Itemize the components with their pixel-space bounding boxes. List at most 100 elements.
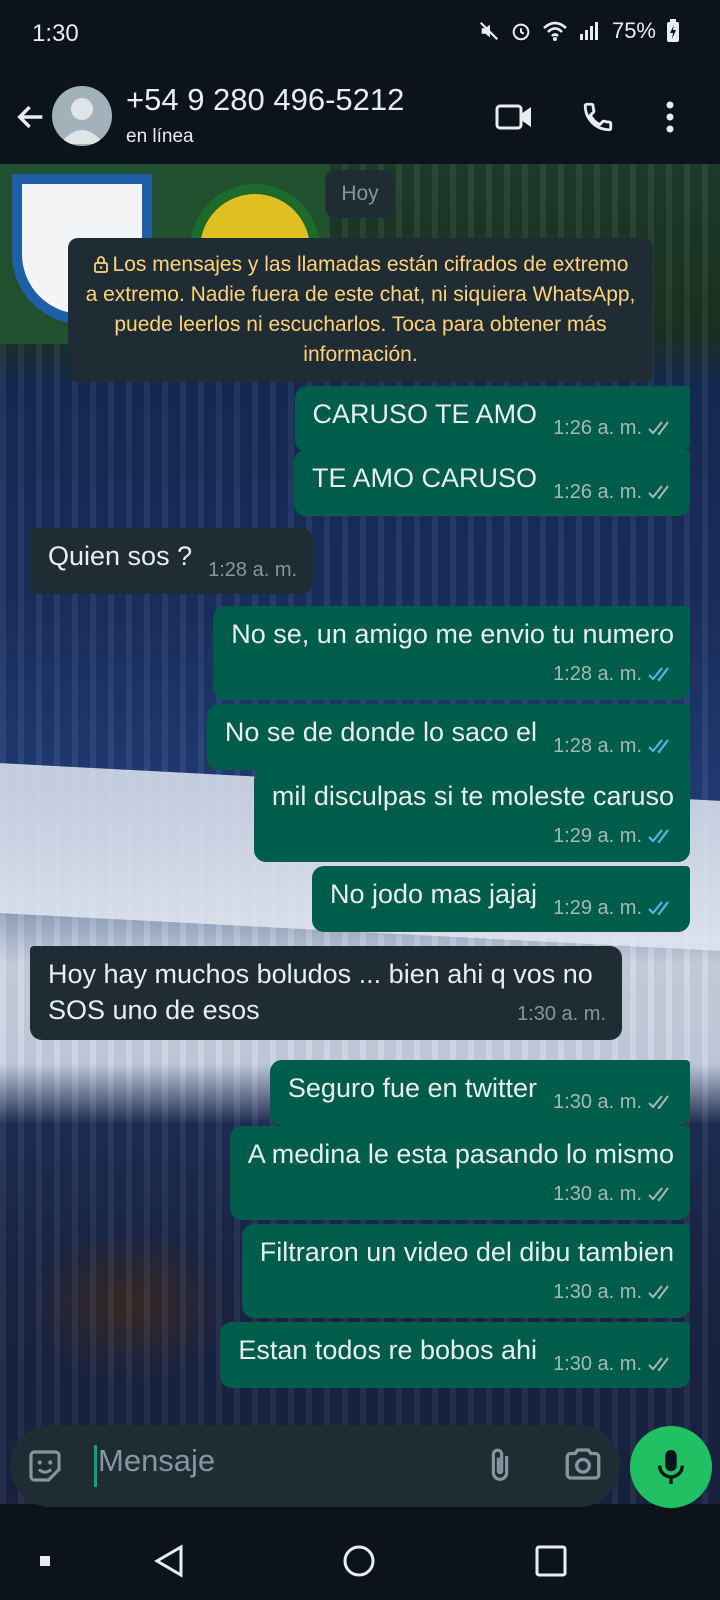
message-meta: 1:30 a. m. <box>248 1176 674 1212</box>
system-nav-bar <box>0 1516 720 1600</box>
message-bubble[interactable]: Estan todos re bobos ahi 1:30 a. m. <box>220 1322 690 1388</box>
message-text: TE AMO CARUSO <box>312 463 538 493</box>
recents-icon <box>40 1556 50 1566</box>
video-call-button[interactable] <box>490 92 538 142</box>
camera-button[interactable] <box>562 1443 608 1489</box>
camera-icon <box>565 1448 601 1480</box>
message-text: Quien sos ? <box>48 541 193 571</box>
back-icon <box>154 1544 183 1578</box>
voice-call-button[interactable] <box>574 92 622 142</box>
message-time: 1:28 a. m. <box>553 663 642 685</box>
message-meta: 1:26 a. m. <box>553 410 674 446</box>
mute-icon <box>478 20 500 42</box>
double-check-icon <box>648 1285 669 1300</box>
message-text: CARUSO TE AMO <box>312 399 538 429</box>
more-vert-icon <box>666 101 674 133</box>
message-bubble[interactable]: No se, un amigo me envio tu numero 1:28 … <box>213 606 690 700</box>
message-text: Estan todos re bobos ahi <box>238 1335 538 1365</box>
message-text: Filtraron un video del dibu tambien <box>259 1237 674 1267</box>
message-text: No se de donde lo saco el <box>224 717 538 747</box>
double-check-icon <box>648 739 669 754</box>
wifi-icon <box>542 20 568 42</box>
double-check-icon <box>648 1187 669 1202</box>
message-time: 1:26 a. m. <box>553 481 642 503</box>
message-time: 1:26 a. m. <box>553 417 642 439</box>
back-arrow-icon <box>17 105 43 129</box>
message-meta: 1:30 a. m. <box>553 1084 674 1120</box>
attach-button[interactable] <box>480 1443 520 1489</box>
home-icon <box>343 1545 375 1577</box>
recents-button[interactable] <box>20 1536 70 1586</box>
message-bubble[interactable]: No se de donde lo saco el 1:28 a. m. <box>206 704 690 770</box>
contact-name[interactable]: +54 9 280 496-5212 <box>126 82 404 118</box>
status-icons: 75% <box>478 18 680 44</box>
contact-status: en línea <box>126 126 194 147</box>
status-time: 1:30 <box>32 20 79 47</box>
back-button[interactable] <box>10 92 52 142</box>
message-bubble[interactable]: TE AMO CARUSO 1:26 a. m. <box>294 450 690 516</box>
lock-icon <box>93 256 108 273</box>
status-bar: 1:30 75% <box>0 0 720 70</box>
message-bubble[interactable]: CARUSO TE AMO 1:26 a. m. <box>294 386 690 452</box>
double-check-icon <box>648 1357 669 1372</box>
message-meta: 1:29 a. m. <box>553 890 674 926</box>
chat-header: +54 9 280 496-5212 en línea <box>0 70 720 164</box>
message-text: No jodo mas jajaj <box>329 879 538 909</box>
chat-area[interactable]: Hoy Los mensajes y las llamadas están ci… <box>0 164 720 1504</box>
message-bubble[interactable]: mil disculpas si te moleste caruso 1:29 … <box>253 768 690 862</box>
nav-overview-button[interactable] <box>526 1536 576 1586</box>
message-meta: 1:30 a. m. <box>517 996 606 1032</box>
voice-message-button[interactable] <box>630 1426 712 1508</box>
avatar[interactable] <box>52 86 112 146</box>
message-bubble[interactable]: Hoy hay muchos boludos ... bien ahi q vo… <box>30 946 622 1040</box>
text-cursor <box>94 1445 97 1487</box>
message-text: No se, un amigo me envio tu numero <box>231 619 674 649</box>
message-time: 1:29 a. m. <box>553 825 642 847</box>
message-time: 1:30 a. m. <box>553 1353 642 1375</box>
attach-icon <box>491 1448 509 1481</box>
message-time: 1:29 a. m. <box>553 897 642 919</box>
message-bubble[interactable]: Filtraron un video del dibu tambien 1:30… <box>241 1224 690 1318</box>
signal-icon <box>578 20 602 42</box>
double-check-icon <box>648 1095 669 1110</box>
nav-back-button[interactable] <box>144 1536 194 1586</box>
message-time: 1:30 a. m. <box>553 1183 642 1205</box>
message-meta: 1:30 a. m. <box>553 1346 674 1382</box>
message-text: A medina le esta pasando lo mismo <box>247 1139 674 1169</box>
encryption-notice-text: Los mensajes y las llamadas están cifrad… <box>85 253 636 366</box>
phone-icon <box>583 102 613 132</box>
message-meta: 1:29 a. m. <box>272 818 674 854</box>
message-input[interactable]: Mensaje <box>98 1443 215 1479</box>
message-meta: 1:28 a. m. <box>231 656 674 692</box>
nav-home-button[interactable] <box>334 1536 384 1586</box>
message-bubble[interactable]: Seguro fue en twitter 1:30 a. m. <box>269 1060 690 1126</box>
message-bubble[interactable]: A medina le esta pasando lo mismo 1:30 a… <box>229 1126 690 1220</box>
double-check-icon <box>648 485 669 500</box>
emoji-icon <box>29 1450 61 1482</box>
battery-level: 75% <box>611 18 656 43</box>
battery-icon <box>666 19 680 43</box>
encryption-notice[interactable]: Los mensajes y las llamadas están cifrad… <box>68 238 653 382</box>
message-text: Seguro fue en twitter <box>287 1073 538 1103</box>
message-time: 1:30 a. m. <box>517 1003 606 1025</box>
alarm-icon <box>510 20 532 42</box>
message-meta: 1:30 a. m. <box>260 1274 674 1310</box>
message-time: 1:30 a. m. <box>553 1281 642 1303</box>
message-meta: 1:28 a. m. <box>553 728 674 764</box>
double-check-icon <box>648 421 669 436</box>
message-bubble[interactable]: Quien sos ? 1:28 a. m. <box>30 528 314 594</box>
double-check-icon <box>648 667 669 682</box>
message-time: 1:28 a. m. <box>208 559 298 581</box>
emoji-button[interactable] <box>24 1445 66 1487</box>
message-bubble[interactable]: No jodo mas jajaj 1:29 a. m. <box>311 866 690 932</box>
double-check-icon <box>648 829 669 844</box>
message-composer: Mensaje <box>10 1425 620 1507</box>
message-text: mil disculpas si te moleste caruso <box>271 781 674 811</box>
overview-icon <box>535 1545 567 1577</box>
double-check-icon <box>648 901 669 916</box>
message-meta: 1:28 a. m. <box>208 552 297 588</box>
mic-icon <box>657 1450 685 1484</box>
date-chip: Hoy <box>325 170 395 218</box>
avatar-icon <box>60 98 104 144</box>
more-options-button[interactable] <box>646 92 694 142</box>
